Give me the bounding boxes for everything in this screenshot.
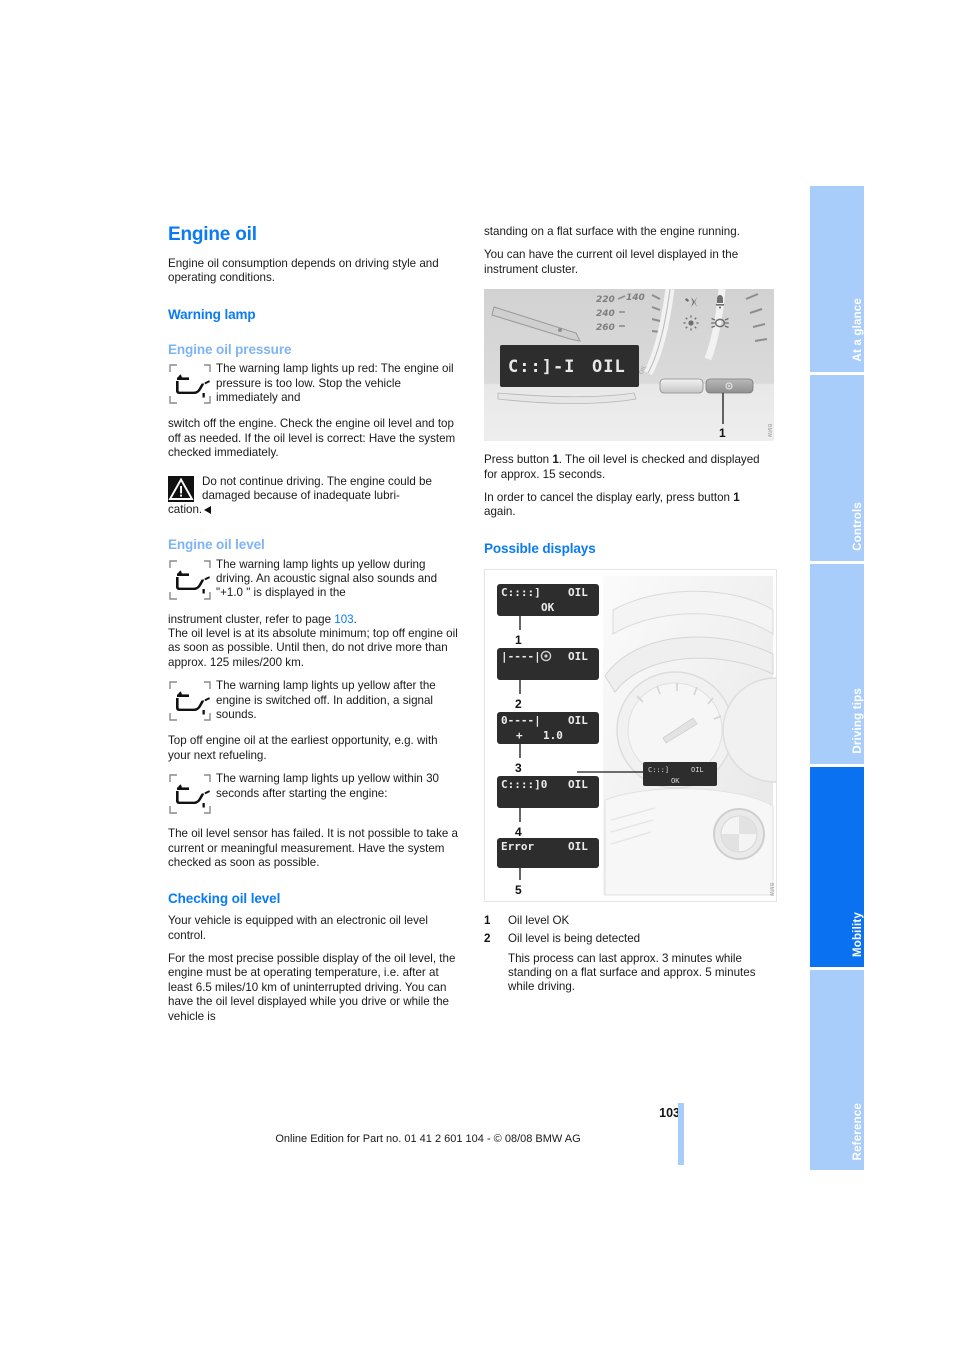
oil-level-body-3: The oil level sensor has failed. It is n… bbox=[168, 827, 459, 869]
press-button-prefix: Press button bbox=[484, 453, 553, 467]
list-item: 1 Oil level OK bbox=[484, 914, 774, 928]
cancel-button-number: 1 bbox=[733, 491, 740, 505]
oil-can-warning-icon bbox=[168, 773, 212, 815]
continuation-paragraph: standing on a flat surface with the engi… bbox=[484, 225, 740, 238]
svg-text:OIL: OIL bbox=[568, 650, 588, 663]
svg-text:OIL: OIL bbox=[592, 357, 626, 377]
image-watermark: BMW bbox=[766, 423, 772, 438]
left-column: Engine oil Engine oil consumption depend… bbox=[168, 224, 459, 1033]
svg-text:220: 220 bbox=[596, 295, 615, 305]
list-item: 2 Oil level is being detected This proce… bbox=[484, 932, 774, 995]
caution-continuation: cation. bbox=[168, 503, 458, 517]
svg-text:1.0: 1.0 bbox=[543, 729, 563, 742]
svg-text:OK: OK bbox=[541, 601, 555, 614]
sidebar-tab-reference[interactable]: Reference bbox=[810, 970, 864, 1170]
sidebar-tab-label: At a glance bbox=[852, 298, 864, 362]
svg-text:C::]-I: C::]-I bbox=[508, 357, 575, 377]
right-column: standing on a flat surface with the engi… bbox=[484, 225, 777, 999]
sidebar-tab-label: Mobility bbox=[852, 911, 864, 957]
oil-pressure-warning-item: The warning lamp lights up red: The engi… bbox=[168, 362, 458, 408]
oil-level-warning-text-1: The warning lamp lights up yellow during… bbox=[216, 557, 438, 600]
svg-text:OIL: OIL bbox=[691, 766, 704, 774]
svg-text:2: 2 bbox=[515, 697, 522, 711]
page-title: Engine oil bbox=[168, 224, 257, 245]
oil-pressure-continuation: switch off the engine. Check the engine … bbox=[168, 417, 456, 460]
oil-level-body-2: Top off engine oil at the earliest oppor… bbox=[168, 734, 438, 762]
svg-text:OIL: OIL bbox=[568, 714, 588, 727]
sidebar-tab-at-a-glance[interactable]: At a glance bbox=[810, 186, 864, 372]
warning-triangle-icon bbox=[168, 475, 194, 502]
caution-box: Do not continue driving. The engine coul… bbox=[168, 475, 458, 518]
ref-prefix: instrument cluster, refer to page bbox=[168, 612, 335, 626]
oil-level-warning-item-1: The warning lamp lights up yellow during… bbox=[168, 558, 458, 604]
svg-text:1: 1 bbox=[515, 633, 522, 647]
ref-suffix: . bbox=[353, 612, 357, 626]
heading-engine-oil-pressure: Engine oil pressure bbox=[168, 341, 292, 357]
oil-level-warning-item-3: The warning lamp lights up yellow within… bbox=[168, 772, 458, 818]
legend-text: Oil level OK bbox=[508, 913, 570, 927]
sidebar-tab-label: Reference bbox=[852, 1102, 864, 1160]
oil-can-warning-icon bbox=[168, 559, 212, 601]
svg-text:OIL: OIL bbox=[568, 840, 588, 853]
sidebar-tab-label: Driving tips bbox=[852, 688, 864, 754]
heading-engine-oil-level: Engine oil level bbox=[168, 536, 265, 552]
legend-text: Oil level is being detected bbox=[508, 932, 641, 946]
cancel-display-paragraph: In order to cancel the display early, pr… bbox=[484, 491, 774, 520]
svg-text:C:::]: C:::] bbox=[648, 766, 669, 774]
sidebar-tab-driving-tips[interactable]: Driving tips bbox=[810, 564, 864, 764]
svg-text:+: + bbox=[516, 729, 523, 742]
caution-text: Do not continue driving. The engine coul… bbox=[202, 474, 432, 503]
svg-text:3: 3 bbox=[515, 761, 522, 775]
oil-level-warning-text-2: The warning lamp lights up yellow after … bbox=[216, 679, 436, 722]
svg-text:OIL: OIL bbox=[568, 778, 588, 791]
sidebar-tabs: At a glance Controls Driving tips Mobili… bbox=[810, 186, 864, 1170]
oil-level-warning-item-2: The warning lamp lights up yellow after … bbox=[168, 679, 458, 725]
cancel-prefix: In order to cancel the display early, pr… bbox=[484, 491, 734, 505]
instrument-cluster-figure: 220 140 240 260 C::]-I OIL 1 OIL BMW bbox=[484, 289, 774, 442]
svg-text:140: 140 bbox=[626, 293, 645, 303]
svg-text:260: 260 bbox=[596, 323, 615, 333]
legend-number: 2 bbox=[484, 932, 491, 946]
possible-displays-figure: C:::] OIL OK C::::] OIL OK 1 |----| OIL … bbox=[484, 568, 777, 902]
instrument-cluster-paragraph: You can have the current oil level displ… bbox=[484, 248, 739, 276]
oil-pressure-warning-text: The warning lamp lights up red: The engi… bbox=[216, 362, 454, 405]
svg-text:Error: Error bbox=[501, 840, 534, 853]
sidebar-tab-controls[interactable]: Controls bbox=[810, 375, 864, 561]
oil-level-body-1: The oil level is at its absolute minimum… bbox=[168, 627, 458, 669]
checking-oil-level-para-2: For the most precise possible display of… bbox=[168, 951, 456, 1023]
page-number: 103 bbox=[659, 1106, 680, 1120]
svg-text:OIL: OIL bbox=[568, 586, 588, 599]
end-of-section-marker-icon bbox=[204, 506, 212, 515]
image-watermark: BMW bbox=[768, 883, 774, 897]
legend-subtext: This process can last approx. 3 minutes … bbox=[508, 951, 756, 994]
oil-can-warning-icon bbox=[168, 680, 212, 722]
svg-text:|----|: |----| bbox=[501, 650, 541, 663]
press-button-paragraph: Press button 1. The oil level is checked… bbox=[484, 453, 774, 482]
legend-number: 1 bbox=[484, 913, 491, 927]
svg-text:5: 5 bbox=[515, 883, 522, 897]
heading-warning-lamp: Warning lamp bbox=[168, 306, 256, 322]
oil-level-warning-text-3: The warning lamp lights up yellow within… bbox=[216, 772, 439, 800]
page-reference-link[interactable]: 103 bbox=[334, 613, 353, 626]
heading-checking-oil-level: Checking oil level bbox=[168, 891, 281, 907]
display-legend-list: 1 Oil level OK 2 Oil level is being dete… bbox=[484, 914, 774, 995]
oil-can-warning-icon bbox=[168, 363, 212, 405]
sidebar-tab-mobility[interactable]: Mobility bbox=[810, 767, 864, 967]
svg-text:4: 4 bbox=[515, 825, 522, 839]
svg-text:0----|: 0----| bbox=[501, 714, 541, 727]
caution-continuation-text: cation. bbox=[168, 503, 203, 517]
svg-text:C::::]: C::::] bbox=[501, 586, 541, 599]
manual-page: At a glance Controls Driving tips Mobili… bbox=[0, 0, 954, 1350]
cluster-callout-1: 1 bbox=[719, 426, 726, 440]
svg-text:OK: OK bbox=[671, 777, 680, 785]
checking-oil-level-para-1: Your vehicle is equipped with an electro… bbox=[168, 914, 428, 942]
svg-text:240: 240 bbox=[596, 309, 615, 319]
footer-note: Online Edition for Part no. 01 41 2 601 … bbox=[275, 1133, 581, 1145]
svg-text:C::::]0: C::::]0 bbox=[501, 778, 547, 791]
intro-paragraph: Engine oil consumption depends on drivin… bbox=[168, 256, 439, 285]
oil-level-page-reference-line: instrument cluster, refer to page 103. bbox=[168, 613, 458, 627]
sidebar-tab-label: Controls bbox=[852, 502, 864, 551]
cancel-suffix: again. bbox=[484, 505, 516, 519]
heading-possible-displays: Possible displays bbox=[484, 540, 596, 556]
